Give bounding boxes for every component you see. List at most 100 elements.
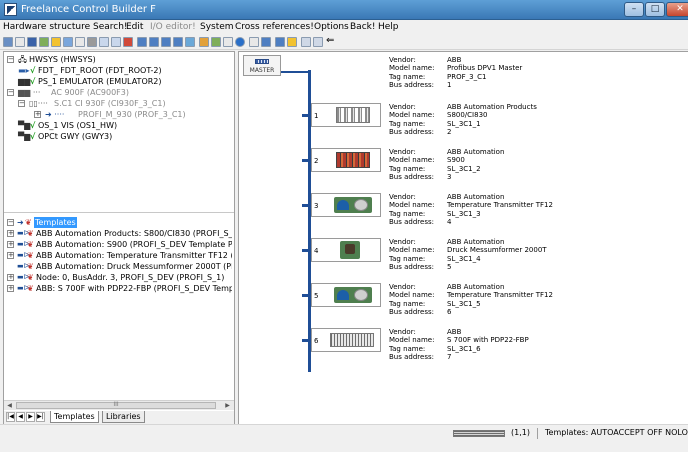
tree-item-ps1-emulator[interactable]: ▆▆ √ PS_1 EMULATOR (EMULATOR2) [18, 76, 232, 87]
check-icon: √ [30, 132, 36, 141]
paste-icon[interactable] [111, 37, 121, 47]
expand-icon[interactable]: + [7, 230, 14, 237]
slave-device-4[interactable]: 4 [311, 238, 381, 262]
tree-item-template-s700f[interactable]: + ▬ᐅ ❦ ABB: S 700F with PDP22-FBP (PROFI… [7, 283, 232, 294]
folder-icon[interactable] [287, 37, 297, 47]
next-tab-icon[interactable]: ▶ [26, 412, 35, 422]
tag-label: Tag name: [389, 72, 426, 81]
bus-address-value: 3 [447, 173, 452, 182]
last-tab-icon[interactable]: ▶| [36, 412, 45, 422]
tree-item-template-node0[interactable]: + ▬ᐅ ❦ Node: 0, BusAddr. 3, PROFI_S_DEV … [7, 272, 232, 283]
model-label: Model name: [389, 156, 435, 165]
menu-io-editor[interactable]: I/O editor! [150, 22, 196, 32]
find-icon[interactable] [75, 37, 85, 47]
slave-device-3[interactable]: 3 [311, 193, 381, 217]
bus-view-icon[interactable] [137, 37, 147, 47]
cut-icon[interactable] [87, 37, 97, 47]
tree-item-template-tf12[interactable]: + ▬ᐅ ❦ ABB Automation: Temperature Trans… [7, 250, 232, 261]
print-icon[interactable] [223, 37, 233, 47]
prev-tab-icon[interactable]: ◀ [16, 412, 25, 422]
tree-item-label: OPCt GWY (GWY3) [38, 132, 113, 141]
slave-device-2[interactable]: 2 [311, 148, 381, 172]
slave-device-1[interactable]: 1 [311, 103, 381, 127]
menu-hardware-structure[interactable]: Hardware structure [3, 22, 90, 32]
tree-item-profi-m-930[interactable]: + ➜ ···· PROFI_M_930 (PROF_3_C1) [34, 109, 232, 120]
device-address: 1 [314, 112, 319, 120]
expand-icon[interactable]: + [7, 241, 14, 248]
expand-icon[interactable]: + [7, 285, 14, 292]
horizontal-scrollbar[interactable]: ◀ III ▶ [4, 400, 234, 410]
tree-item-opc-gateway[interactable]: ▀▆ √ OPCt GWY (GWY3) [18, 131, 232, 142]
vendor-value: ABB Automation [447, 283, 505, 291]
menu-back[interactable]: Back! [350, 22, 375, 32]
master-info: Vendor: ABB Model name: Profibus DPV1 Mast… [389, 56, 522, 90]
collapse-icon[interactable]: − [7, 219, 14, 226]
table-icon[interactable] [173, 37, 183, 47]
tree-item-hwsys[interactable]: − 🖧 HWSYS (HWSYS) [7, 54, 232, 65]
tree-item-ac900f[interactable]: − ▆▆ ··· AC 900F (AC900F3) [7, 87, 232, 98]
delete-icon[interactable] [123, 37, 133, 47]
warning-icon[interactable] [51, 37, 61, 47]
check-icon: √ [30, 66, 36, 75]
tree-item-template-2000t[interactable]: ▬ᐅ ❦ ABB Automation: Druck Messumformer … [7, 261, 232, 272]
first-tab-icon[interactable]: |◀ [6, 412, 15, 422]
tree-item-label: FDT_ FDT_ROOT (FDT_ROOT-2) [38, 66, 162, 75]
list-icon[interactable] [15, 37, 25, 47]
undo-icon[interactable] [63, 37, 73, 47]
module-view-icon[interactable] [149, 37, 159, 47]
expand-icon[interactable]: + [7, 274, 14, 281]
tab-libraries[interactable]: Libraries [102, 411, 145, 423]
network-icon[interactable] [199, 37, 209, 47]
expand-icon[interactable]: + [34, 111, 41, 118]
tree-item-template-s800[interactable]: + ▬ᐅ ❦ ABB Automation Products: S800/CI8… [7, 228, 232, 239]
edit-icon[interactable] [211, 37, 221, 47]
collapse-icon[interactable]: − [18, 100, 25, 107]
tag-label: Tag name: [389, 119, 426, 128]
menu-search[interactable]: Search! [93, 22, 128, 32]
tab-templates[interactable]: Templates [50, 411, 99, 423]
collapse-icon[interactable]: − [7, 56, 14, 63]
bus-address-label: Bus address: [389, 218, 434, 227]
close-button[interactable]: ✕ [666, 2, 688, 17]
tree-item-os1-vis[interactable]: ▀▆ √ OS_1 VIS (OS1_HW) [18, 120, 232, 131]
expand-icon[interactable]: + [7, 252, 14, 259]
collapse-icon[interactable]: − [7, 89, 14, 96]
link-icon[interactable] [301, 37, 311, 47]
accept-icon[interactable] [39, 37, 49, 47]
context-help-icon[interactable] [249, 37, 259, 47]
bus-address-value: 1 [447, 81, 452, 90]
device-address: 6 [314, 337, 319, 345]
layout-icon[interactable] [185, 37, 195, 47]
scroll-left-icon[interactable]: ◀ [5, 402, 14, 410]
maximize-button[interactable]: □ [645, 2, 665, 17]
title-bar[interactable]: Freelance Control Builder F – □ ✕ [0, 0, 688, 20]
menu-cross-references[interactable]: Cross references! [235, 22, 314, 32]
slave-device-5[interactable]: 5 [311, 283, 381, 307]
gateway-icon: ▀▆ [18, 132, 31, 141]
back-arrow-icon[interactable]: ⇐ [326, 35, 334, 46]
bus-address-value: 4 [447, 218, 452, 227]
save-icon[interactable] [27, 37, 37, 47]
tree-item-templates[interactable]: − ➜ ❦ Templates [7, 217, 232, 228]
tree-item-fdt-root[interactable]: ▬▸ √ FDT_ FDT_ROOT (FDT_ROOT-2) [18, 65, 232, 76]
menu-options[interactable]: Options [314, 22, 349, 32]
master-module[interactable]: MASTER [243, 55, 281, 76]
bus-view-pane: MASTER Vendor: ABB Model name: Profibus DP… [238, 51, 688, 424]
tree-item-label: HWSYS (HWSYS) [29, 55, 96, 64]
scrollbar-thumb[interactable]: III [16, 401, 216, 409]
copy-icon[interactable] [99, 37, 109, 47]
slave-device-6[interactable]: 6 [311, 328, 381, 352]
menu-system[interactable]: System [200, 22, 234, 32]
hardware-icon[interactable] [3, 37, 13, 47]
tree-item-template-s900[interactable]: + ▬ᐅ ❦ ABB Automation: S900 (PROFI_S_DEV… [7, 239, 232, 250]
tree-item-ci930f[interactable]: − ▯▯···· S.C1 CI 930F (CI930F_3_C1) [18, 98, 232, 109]
minimize-button[interactable]: – [624, 2, 644, 17]
export-icon[interactable] [261, 37, 271, 47]
menu-help[interactable]: Help [378, 22, 399, 32]
compare-icon[interactable] [275, 37, 285, 47]
help-icon[interactable] [235, 37, 245, 47]
settings-icon[interactable] [313, 37, 323, 47]
scroll-right-icon[interactable]: ▶ [223, 402, 232, 410]
menu-edit[interactable]: Edit [126, 22, 143, 32]
grid-icon[interactable] [161, 37, 171, 47]
